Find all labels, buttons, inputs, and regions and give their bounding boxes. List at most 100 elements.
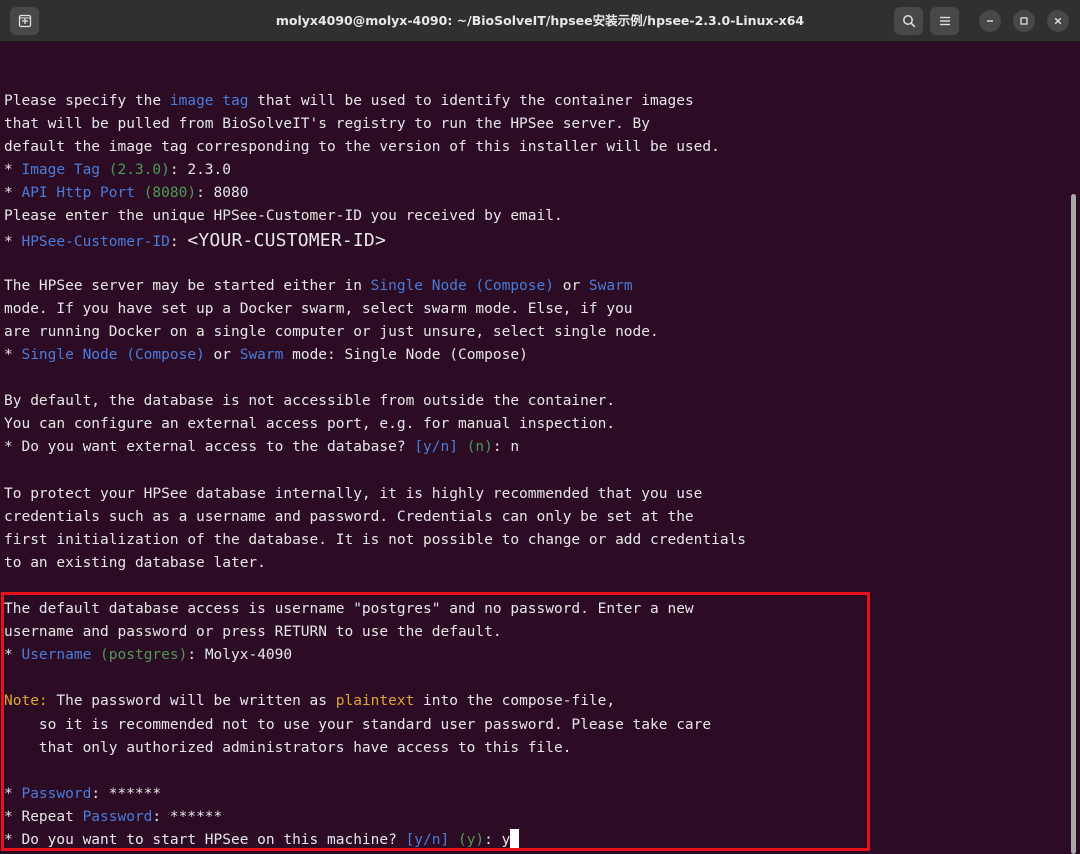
terminal-text-segment: or: [204, 347, 240, 364]
terminal-line: so it is recommended not to use your sta…: [4, 714, 746, 737]
terminal-line: * Password: ******: [4, 783, 746, 806]
terminal-text-segment: that will be pulled from BioSolveIT's re…: [4, 116, 651, 133]
terminal-text-segment: are running Docker on a single computer …: [4, 323, 659, 340]
terminal-text-segment: first initialization of the database. It…: [4, 531, 747, 548]
terminal-line: username and password or press RETURN to…: [4, 621, 746, 644]
terminal-text-segment: (postgres): [100, 647, 188, 664]
minimize-icon: [987, 20, 993, 22]
terminal-line: that only authorized administrators have…: [4, 737, 746, 760]
terminal-text-segment: so it is recommended not to use your sta…: [4, 716, 712, 733]
terminal-text-segment: (n): [466, 439, 493, 456]
terminal-text-segment: Note:: [4, 693, 48, 710]
terminal-text-segment: (y): [457, 832, 485, 848]
terminal-text-segment: that only authorized administrators have…: [4, 739, 572, 756]
terminal-text-segment: By default, the database is not accessib…: [4, 393, 616, 410]
terminal-text-segment: *: [4, 347, 22, 364]
terminal-text-segment: Swarm: [588, 277, 633, 294]
close-icon: [1054, 17, 1062, 25]
terminal-line: * Username (postgres): Molyx-4090: [4, 644, 746, 667]
terminal-text-segment: *: [4, 785, 22, 802]
terminal-text-segment: :: [169, 233, 188, 250]
terminal-output[interactable]: Please specify the image tag that will b…: [0, 42, 1068, 854]
terminal-text-segment: *: [4, 185, 22, 202]
terminal-text-segment: : 2.3.0: [169, 162, 231, 179]
new-tab-button[interactable]: [10, 7, 39, 35]
terminal-scrollbar[interactable]: [1068, 42, 1080, 854]
window-titlebar[interactable]: molyx4090@molyx-4090: ~/BioSolveIT/hpsee…: [0, 0, 1080, 42]
terminal-text-segment: You can configure an external access por…: [4, 416, 616, 433]
terminal-text-segment: Single Node (Compose): [21, 347, 205, 364]
terminal-text-segment: The default database access is username …: [4, 601, 694, 618]
new-tab-icon: [18, 14, 31, 28]
close-button[interactable]: [1047, 10, 1069, 32]
hamburger-menu-icon: [939, 16, 950, 26]
terminal-lines: Please specify the image tag that will b…: [4, 90, 746, 852]
terminal-text-segment: that will be used to identify the contai…: [248, 93, 694, 109]
terminal-text-segment: to an existing database later.: [4, 554, 266, 571]
terminal-text-segment: : n: [492, 439, 520, 456]
terminal-text-segment: Image Tag: [21, 162, 101, 179]
terminal-text-segment: The password will be written as: [47, 693, 336, 710]
terminal-line: to an existing database later.: [4, 552, 746, 575]
terminal-text-segment: <YOUR-CUSTOMER-ID>: [187, 229, 387, 251]
scrollbar-thumb[interactable]: [1071, 194, 1076, 854]
terminal-line: By default, the database is not accessib…: [4, 390, 746, 413]
terminal-text-segment: Username: [21, 647, 92, 664]
terminal-text-segment: mode: Single Node (Compose): [283, 347, 528, 364]
terminal-line: * Single Node (Compose) or Swarm mode: S…: [4, 344, 746, 367]
search-icon: [902, 15, 915, 28]
maximize-icon: [1020, 17, 1028, 25]
terminal-line: The default database access is username …: [4, 598, 746, 621]
terminal-text-segment: Password: [21, 785, 92, 802]
terminal-line: that will be pulled from BioSolveIT's re…: [4, 113, 746, 136]
terminal-text-segment: *: [4, 162, 22, 179]
search-button[interactable]: [894, 7, 923, 35]
terminal-line: * Image Tag (2.3.0): 2.3.0: [4, 159, 746, 182]
terminal-line: Please enter the unique HPSee-Customer-I…: [4, 205, 746, 228]
minimize-button[interactable]: [979, 10, 1001, 32]
menu-button[interactable]: [930, 7, 959, 35]
terminal-line: You can configure an external access por…: [4, 413, 746, 436]
terminal-text-segment: username and password or press RETURN to…: [4, 624, 502, 641]
terminal-line: * API Http Port (8080): 8080: [4, 182, 746, 205]
terminal-text-segment: image tag: [169, 93, 249, 109]
terminal-text-segment: Single Node (Compose): [370, 277, 554, 294]
terminal-text-segment: [y/n]: [414, 439, 458, 456]
terminal-text-segment: or: [553, 277, 589, 294]
terminal-text-segment: Password: [82, 808, 153, 825]
terminal-line: To protect your HPSee database internall…: [4, 483, 746, 506]
terminal-text-segment: default the image tag corresponding to t…: [4, 139, 720, 156]
terminal-text-segment: : Molyx-4090: [187, 647, 293, 664]
terminal-text-segment: [y/n]: [405, 832, 450, 848]
terminal-text-segment: : y: [484, 832, 511, 848]
maximize-button[interactable]: [1013, 10, 1035, 32]
terminal-line: The HPSee server may be started either i…: [4, 275, 746, 298]
terminal-line: are running Docker on a single computer …: [4, 321, 746, 344]
terminal-text-segment: *: [4, 647, 22, 664]
terminal-line: * Do you want to start HPSee on this mac…: [4, 829, 746, 852]
terminal-text-segment: Swarm: [239, 347, 284, 364]
terminal-line: * HPSee-Customer-ID: <YOUR-CUSTOMER-ID>: [4, 229, 746, 252]
terminal-text-segment: : ******: [91, 785, 162, 802]
terminal-line: Note: The password will be written as pl…: [4, 690, 746, 713]
terminal-text-segment: (8080): [143, 185, 197, 202]
terminal-line: * Do you want external access to the dat…: [4, 436, 746, 459]
terminal-text-segment: The HPSee server may be started either i…: [4, 277, 371, 294]
terminal-text-segment: *: [4, 233, 22, 250]
terminal-text-segment: Please enter the unique HPSee-Customer-I…: [4, 208, 563, 225]
terminal-text-segment: (2.3.0): [108, 162, 170, 179]
terminal-text-segment: HPSee-Customer-ID: [21, 233, 170, 250]
terminal-text-segment: * Do you want to start HPSee on this mac…: [4, 832, 406, 848]
terminal-text-segment: credentials such as a username and passw…: [4, 508, 694, 525]
terminal-line: * Repeat Password: ******: [4, 806, 746, 829]
terminal-text-segment: API Http Port: [21, 185, 135, 202]
terminal-text-segment: To protect your HPSee database internall…: [4, 485, 703, 502]
terminal-text-segment: into the compose-file,: [414, 693, 616, 710]
